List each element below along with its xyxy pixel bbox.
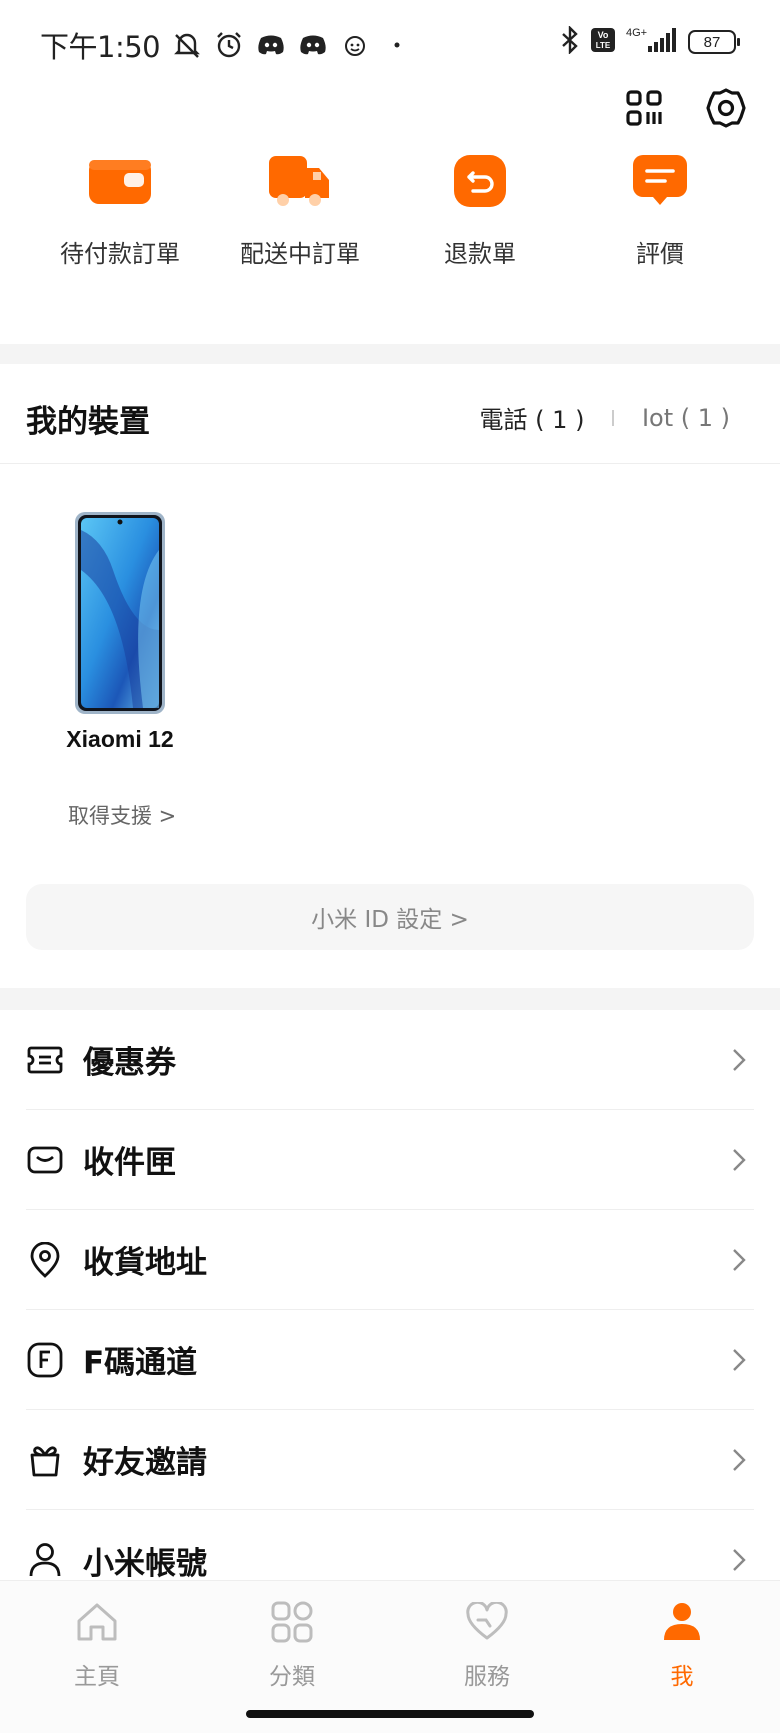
coupon-icon	[26, 1041, 64, 1079]
menu-item-coupons[interactable]: 優惠券	[26, 1010, 754, 1110]
tab-home[interactable]: 主頁	[37, 1599, 157, 1691]
mute-bell-icon	[172, 30, 202, 60]
tab-phone[interactable]: 電話 ( 1 )	[480, 400, 585, 435]
status-bar: 下午1:50 Vo LTE 4G+ 87	[0, 0, 780, 84]
order-review[interactable]: 評價	[570, 150, 750, 269]
refund-icon	[447, 150, 513, 212]
order-in-delivery[interactable]: 配送中訂單	[210, 150, 390, 269]
phone-image	[73, 510, 167, 716]
volte-icon: Vo LTE	[590, 27, 616, 57]
menu-item-invite-friends[interactable]: 好友邀請	[26, 1410, 754, 1510]
order-label: 評價	[636, 240, 684, 268]
gear-icon[interactable]	[702, 84, 750, 132]
section-divider	[0, 988, 780, 1010]
svg-text:Vo: Vo	[598, 30, 609, 40]
tab-label: 我	[670, 1664, 694, 1690]
signal-icon: 4G+	[626, 26, 678, 58]
battery-level: 87	[703, 33, 721, 51]
svg-text:4G+: 4G+	[626, 27, 647, 39]
chevron-right-icon	[724, 1546, 752, 1574]
face-icon	[340, 30, 370, 60]
review-icon	[627, 150, 693, 212]
menu-item-inbox[interactable]: 收件匣	[26, 1110, 754, 1210]
home-icon	[74, 1599, 120, 1645]
chevron-right-icon	[724, 1046, 752, 1074]
order-label: 待付款訂單	[60, 240, 180, 268]
menu-label: 好友邀請	[83, 1445, 207, 1481]
menu-label: 收件匣	[83, 1145, 176, 1181]
dot-icon	[382, 30, 412, 60]
discord-icon	[298, 30, 328, 60]
tab-separator	[612, 409, 614, 426]
chevron-right-icon	[724, 1146, 752, 1174]
service-heart-icon	[464, 1599, 510, 1645]
menu-label: 小米帳號	[83, 1545, 207, 1582]
menu-item-f-code[interactable]: F碼通道	[26, 1310, 754, 1410]
order-shortcuts: 待付款訂單 配送中訂單 退款單 評價	[30, 150, 750, 269]
tab-iot[interactable]: Iot ( 1 )	[642, 404, 730, 432]
chevron-right-icon	[724, 1446, 752, 1474]
me-icon	[659, 1599, 705, 1645]
discord-icon	[256, 30, 286, 60]
tab-me[interactable]: 我	[622, 1599, 742, 1691]
truck-icon	[267, 150, 333, 212]
status-time: 下午1:50	[40, 30, 161, 64]
menu-item-address[interactable]: 收貨地址	[26, 1210, 754, 1310]
mi-id-settings-button[interactable]: 小米 ID 設定 >	[26, 884, 754, 950]
svg-text:LTE: LTE	[596, 41, 611, 50]
tab-service[interactable]: 服務	[427, 1599, 547, 1691]
gift-icon	[26, 1441, 64, 1479]
menu-label: F碼通道	[83, 1345, 198, 1381]
devices-title: 我的裝置	[26, 404, 150, 440]
tab-label: 主頁	[74, 1664, 120, 1690]
tab-category[interactable]: 分類	[232, 1599, 352, 1691]
order-pending-payment[interactable]: 待付款訂單	[30, 150, 210, 269]
top-actions	[620, 84, 750, 132]
menu-label: 優惠券	[83, 1045, 176, 1081]
qr-code-icon[interactable]	[620, 84, 668, 132]
inbox-icon	[26, 1141, 64, 1179]
order-label: 退款單	[444, 240, 516, 268]
tab-label: 服務	[464, 1664, 510, 1690]
get-support-link[interactable]: 取得支援 >	[68, 800, 176, 830]
location-pin-icon	[26, 1241, 64, 1279]
home-indicator[interactable]	[246, 1710, 534, 1718]
chevron-right-icon	[724, 1246, 752, 1274]
tab-label: 分類	[269, 1664, 315, 1690]
order-label: 配送中訂單	[240, 240, 360, 268]
bluetooth-icon	[560, 25, 580, 58]
device-card[interactable]: Xiaomi 12	[50, 510, 190, 753]
section-divider	[0, 344, 780, 364]
alarm-icon	[214, 30, 244, 60]
device-name: Xiaomi 12	[66, 726, 174, 752]
person-icon	[26, 1541, 64, 1579]
wallet-icon	[87, 150, 153, 212]
f-code-icon	[26, 1341, 64, 1379]
order-refund[interactable]: 退款單	[390, 150, 570, 269]
settings-menu: 優惠券 收件匣 收貨地址 F碼通道 好友邀請 小米帳號	[26, 1010, 754, 1610]
devices-header: 我的裝置 電話 ( 1 ) Iot ( 1 )	[0, 364, 780, 464]
menu-label: 收貨地址	[83, 1245, 207, 1281]
chevron-right-icon	[724, 1346, 752, 1374]
battery-icon: 87	[688, 30, 740, 54]
category-icon	[269, 1599, 315, 1645]
